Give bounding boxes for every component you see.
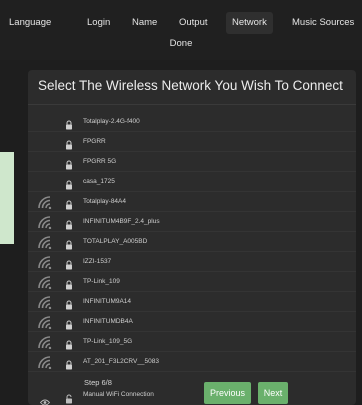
network-list-item[interactable]: casa_1725	[28, 172, 356, 192]
lock-icon	[65, 197, 73, 210]
wifi-signal-icon	[38, 216, 54, 230]
network-list-item[interactable]: INFINITUM4B9F_2.4_plus	[28, 212, 356, 232]
network-list-item[interactable]: FPGRR	[28, 132, 356, 152]
nav-tab-row: Language Login Name Output Network Music…	[0, 12, 362, 34]
wifi-signal-icon	[38, 236, 54, 250]
step-indicator: Step 6/8	[84, 378, 112, 387]
network-name: AT_201_F3L2CRV__5083	[83, 358, 160, 365]
network-list-item[interactable]: TP-Link_109	[28, 272, 356, 292]
tab-login[interactable]: Login	[87, 12, 110, 34]
tab-name[interactable]: Name	[132, 12, 157, 34]
network-list-item[interactable]: TOTALPLAY_A005BD	[28, 232, 356, 252]
lock-icon	[65, 217, 73, 230]
wifi-signal-icon	[38, 296, 54, 310]
network-list-item[interactable]: INFINITUMDB4A	[28, 312, 356, 332]
background-accent-strip	[0, 152, 14, 244]
wifi-signal-icon	[38, 276, 54, 290]
network-name: Totalplay-84A4	[83, 198, 126, 205]
lock-icon	[65, 297, 73, 310]
network-list-item[interactable]: INFINITUM9A14	[28, 292, 356, 312]
tab-network[interactable]: Network	[226, 12, 273, 34]
lock-icon	[65, 237, 73, 250]
network-name: FPGRR	[83, 138, 106, 145]
lock-icon	[65, 317, 73, 330]
lock-icon	[65, 137, 73, 150]
manual-wifi-connection-row[interactable]: Manual WiFi Connection	[28, 388, 356, 405]
wifi-signal-icon	[38, 356, 54, 370]
lock-icon	[65, 117, 73, 130]
tab-output[interactable]: Output	[179, 12, 208, 34]
wifi-signal-icon	[38, 316, 54, 330]
lock-icon	[65, 257, 73, 270]
network-name: INFINITUMDB4A	[83, 318, 133, 325]
wifi-signal-icon	[38, 256, 54, 270]
network-name: INFINITUM4B9F_2.4_plus	[83, 218, 160, 225]
network-list: Totalplay-2.4G-f400 FPGRR FPGRR 5G casa_172…	[28, 112, 356, 372]
lock-icon	[65, 157, 73, 170]
network-list-item[interactable]: IZZI-1537	[28, 252, 356, 272]
network-name: IZZI-1537	[83, 258, 112, 265]
previous-button[interactable]: Previous	[204, 382, 251, 404]
network-list-item[interactable]: AT_201_F3L2CRV__5083	[28, 352, 356, 372]
lock-icon	[65, 277, 73, 290]
lock-icon	[65, 337, 73, 350]
wifi-signal-icon	[38, 336, 54, 350]
wifi-signal-icon	[38, 196, 54, 210]
eye-icon[interactable]	[39, 393, 51, 405]
network-list-item[interactable]: FPGRR 5G	[28, 152, 356, 172]
next-button[interactable]: Next	[258, 382, 288, 404]
divider	[28, 104, 356, 105]
network-list-item[interactable]: Totalplay-84A4	[28, 192, 356, 212]
network-name: INFINITUM9A14	[83, 298, 132, 305]
tab-done[interactable]: Done	[0, 38, 362, 49]
network-name: TP-Link_109	[83, 278, 120, 285]
tab-language[interactable]: Language	[9, 12, 51, 34]
top-navigation: Language Login Name Output Network Music…	[0, 0, 362, 60]
network-name: casa_1725	[83, 178, 115, 185]
network-name: TOTALPLAY_A005BD	[83, 238, 148, 245]
network-name: FPGRR 5G	[83, 158, 117, 165]
network-name: TP-Link_109_5G	[83, 338, 133, 345]
lock-icon	[65, 177, 73, 190]
lock-icon	[65, 357, 73, 370]
network-selection-panel: Select The Wireless Network You Wish To …	[28, 70, 356, 405]
tab-music-sources[interactable]: Music Sources	[292, 12, 354, 34]
network-list-item[interactable]: TP-Link_109_5G	[28, 332, 356, 352]
network-name: Totalplay-2.4G-f400	[83, 118, 140, 125]
lock-open-icon	[65, 391, 73, 405]
panel-title: Select The Wireless Network You Wish To …	[38, 78, 343, 93]
manual-connection-label: Manual WiFi Connection	[83, 391, 154, 398]
network-list-item[interactable]: Totalplay-2.4G-f400	[28, 112, 356, 132]
